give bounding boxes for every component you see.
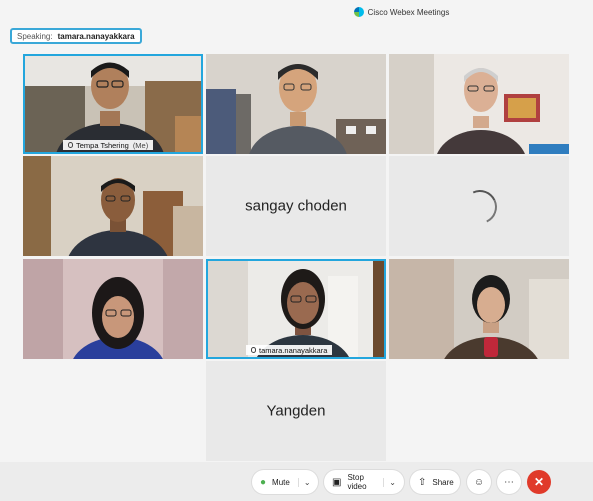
stop-video-button[interactable]: ▣ Stop video ⌄ xyxy=(324,470,404,494)
leave-meeting-button[interactable]: ✕ xyxy=(527,470,551,494)
video-feed xyxy=(23,259,203,359)
participant-nametag: Tempa Tshering (Me) xyxy=(63,140,154,150)
speaking-indicator: Speaking: tamara.nanayakkara xyxy=(10,28,142,44)
smiley-icon: ☺ xyxy=(473,476,485,488)
video-tile[interactable] xyxy=(389,54,569,154)
stop-video-label: Stop video xyxy=(347,473,367,491)
video-tile[interactable] xyxy=(23,156,203,256)
self-suffix: (Me) xyxy=(132,140,149,150)
microphone-icon: ● xyxy=(260,476,267,488)
video-feed xyxy=(389,54,569,154)
participant-name: sangay choden xyxy=(245,197,347,215)
chevron-down-icon[interactable]: ⌄ xyxy=(383,477,396,487)
title-bar: Cisco Webex Meetings xyxy=(0,0,593,24)
chevron-down-icon[interactable]: ⌄ xyxy=(297,477,311,487)
speaking-name: tamara.nanayakkara xyxy=(57,31,135,41)
camera-icon: ▣ xyxy=(332,476,342,488)
video-tile-loading[interactable] xyxy=(389,156,569,256)
speaking-label: Speaking: xyxy=(17,31,53,41)
video-tile[interactable] xyxy=(206,54,386,154)
participant-name: Yangden xyxy=(266,402,326,420)
share-icon: ⇧ xyxy=(418,476,427,488)
participant-name: tamara.nanayakkara xyxy=(259,345,328,355)
video-feed xyxy=(206,54,386,154)
loading-spinner-icon xyxy=(458,185,502,229)
microphone-icon xyxy=(68,142,73,148)
video-feed xyxy=(389,259,569,359)
reactions-button[interactable]: ☺ xyxy=(467,470,491,494)
share-label: Share xyxy=(432,477,454,487)
ellipsis-icon: ⋯ xyxy=(504,476,514,488)
video-tile-no-video[interactable]: Yangden xyxy=(206,361,386,461)
participant-nametag: tamara.nanayakkara xyxy=(246,345,333,355)
video-feed xyxy=(23,156,203,256)
video-tile[interactable] xyxy=(389,259,569,359)
window-title: Cisco Webex Meetings xyxy=(367,7,450,17)
video-tile-active-speaker[interactable]: tamara.nanayakkara xyxy=(206,259,386,359)
meeting-control-bar: ● Mute ⌄ ▣ Stop video ⌄ ⇧ Share ☺ ⋯ ✕ xyxy=(0,462,593,501)
microphone-icon xyxy=(251,347,256,353)
share-button[interactable]: ⇧ Share xyxy=(410,470,460,494)
video-tile-no-video[interactable]: sangay choden xyxy=(206,156,386,256)
more-options-button[interactable]: ⋯ xyxy=(497,470,521,494)
participant-name: Tempa Tshering xyxy=(76,140,129,150)
close-icon: ✕ xyxy=(533,475,545,489)
mute-button[interactable]: ● Mute ⌄ xyxy=(252,470,318,494)
video-tile-self[interactable]: Tempa Tshering (Me) xyxy=(23,54,203,154)
video-tile[interactable] xyxy=(23,259,203,359)
mute-label: Mute xyxy=(272,477,290,487)
webex-logo-icon xyxy=(353,7,364,17)
